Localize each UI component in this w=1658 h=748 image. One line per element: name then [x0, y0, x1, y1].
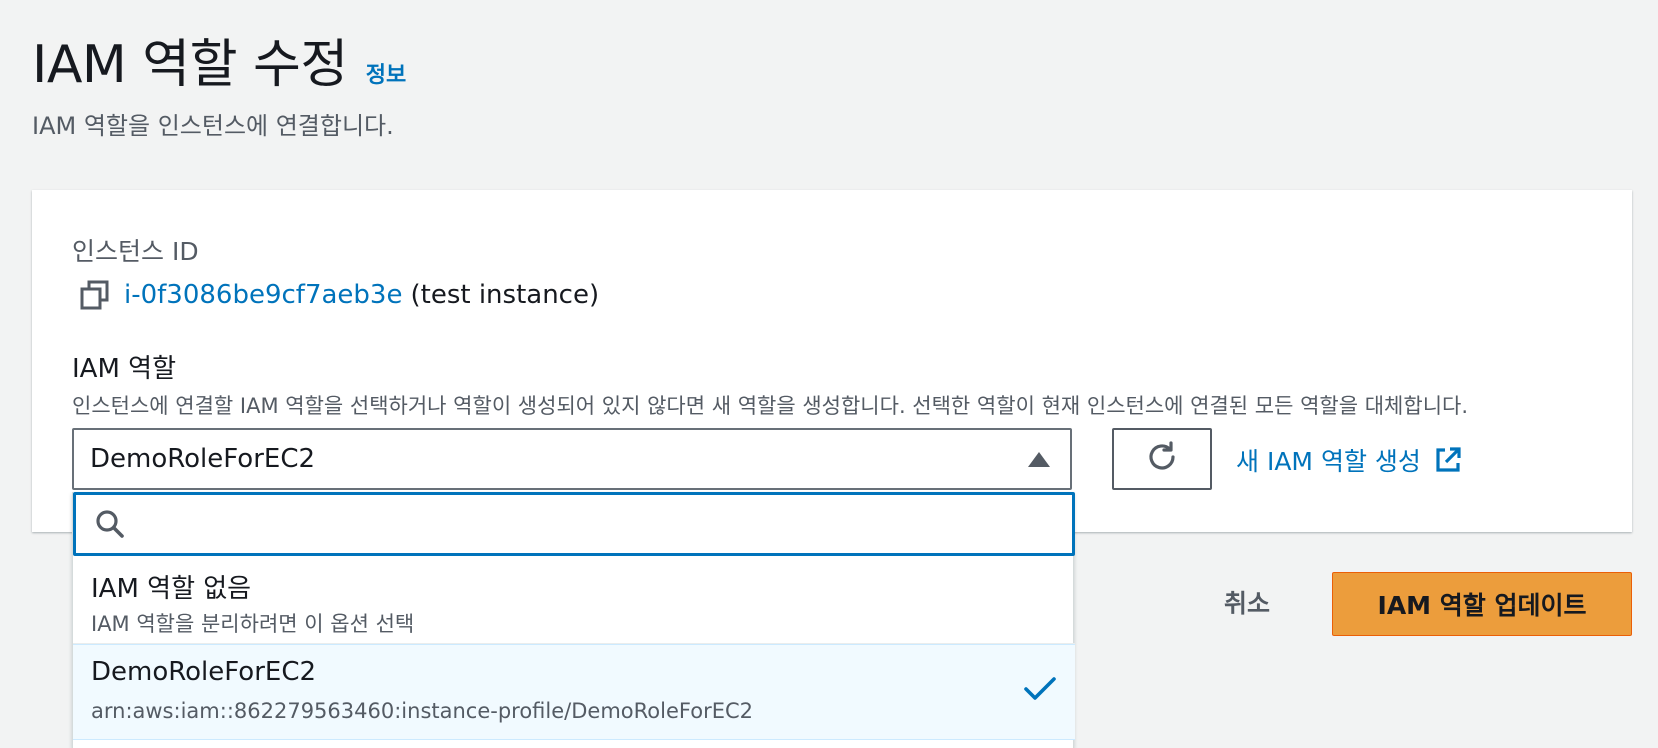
- iam-role-select[interactable]: DemoRoleForEC2: [72, 428, 1072, 490]
- option-subtitle: arn:aws:iam::862279563460:instance-profi…: [91, 699, 753, 723]
- info-link[interactable]: 정보: [366, 57, 406, 89]
- instance-id-row: i-0f3086be9cf7aeb3e (test instance): [78, 278, 599, 312]
- page-title: IAM 역할 수정: [32, 35, 348, 95]
- create-new-iam-role-link[interactable]: 새 IAM 역할 생성: [1236, 442, 1463, 478]
- external-link-icon: [1433, 445, 1463, 475]
- search-input[interactable]: [138, 510, 1038, 538]
- copy-icon[interactable]: [78, 278, 112, 312]
- page-description: IAM 역할을 인스턴스에 연결합니다.: [32, 112, 394, 140]
- option-subtitle: IAM 역할을 분리하려면 이 옵션 선택: [91, 612, 415, 636]
- dropdown-search[interactable]: [73, 492, 1075, 556]
- checkmark-icon: [1023, 675, 1057, 703]
- refresh-button[interactable]: [1112, 428, 1212, 490]
- cancel-button[interactable]: 취소: [1224, 584, 1270, 620]
- iam-role-dropdown: IAM 역할 없음 IAM 역할을 분리하려면 이 옵션 선택 DemoRole…: [72, 492, 1075, 748]
- instance-id-link[interactable]: i-0f3086be9cf7aeb3e: [124, 280, 402, 310]
- instance-id-label: 인스턴스 ID: [72, 237, 199, 266]
- option-demo-role[interactable]: DemoRoleForEC2 arn:aws:iam::862279563460…: [73, 644, 1075, 740]
- title-row: IAM 역할 수정 정보: [32, 22, 406, 97]
- option-title: IAM 역할 없음: [91, 574, 252, 604]
- update-iam-role-button[interactable]: IAM 역할 업데이트: [1332, 572, 1632, 636]
- option-title: DemoRoleForEC2: [91, 657, 317, 687]
- iam-role-label: IAM 역할: [72, 354, 176, 384]
- role-settings-card: 인스턴스 ID i-0f3086be9cf7aeb3e (test instan…: [32, 190, 1632, 532]
- instance-name: (test instance): [410, 280, 600, 310]
- caret-up-icon: [1028, 452, 1050, 467]
- iam-role-select-value: DemoRoleForEC2: [90, 444, 316, 474]
- iam-role-description: 인스턴스에 연결할 IAM 역할을 선택하거나 역할이 생성되어 있지 않다면 …: [72, 394, 1469, 418]
- option-no-iam-role[interactable]: IAM 역할 없음 IAM 역할을 분리하려면 이 옵션 선택: [73, 556, 1075, 644]
- create-new-iam-role-label: 새 IAM 역할 생성: [1236, 447, 1421, 476]
- refresh-icon: [1144, 439, 1180, 479]
- modify-iam-role-page: IAM 역할 수정 정보 IAM 역할을 인스턴스에 연결합니다. 인스턴스 I…: [0, 0, 1658, 748]
- search-icon: [94, 508, 126, 540]
